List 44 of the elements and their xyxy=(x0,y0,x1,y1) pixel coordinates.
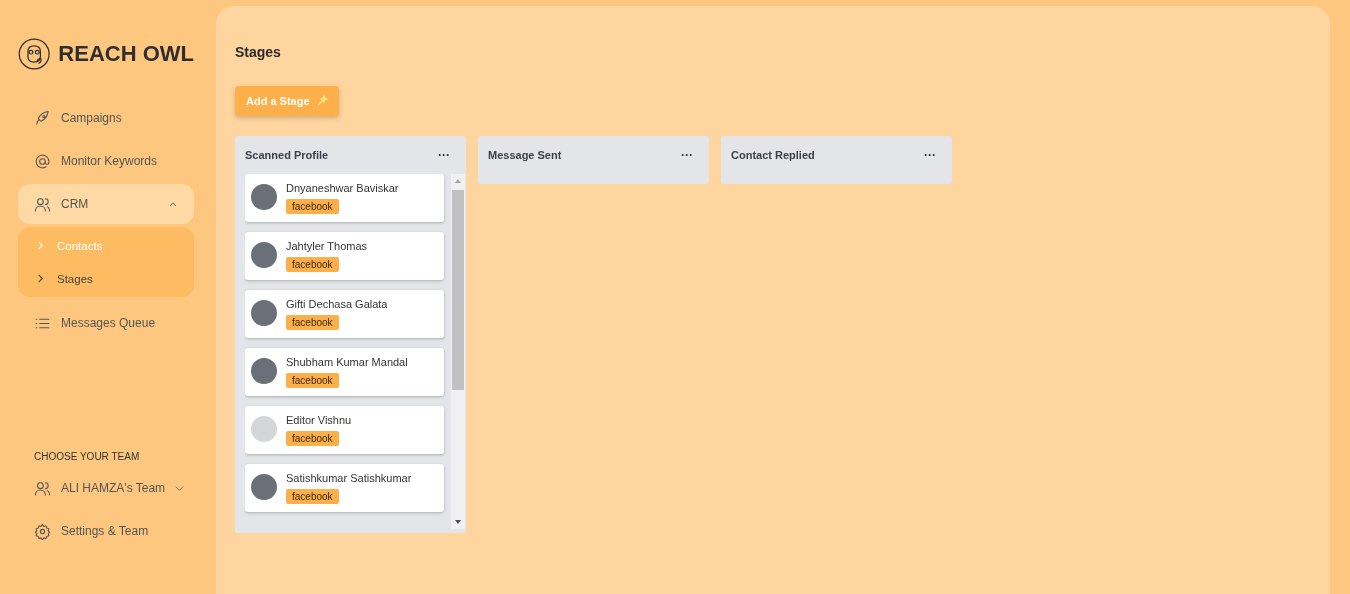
contact-card[interactable]: Editor Vishnu facebook xyxy=(245,406,444,454)
nav-group[interactable]: CRM xyxy=(18,184,194,224)
contact-name: Shubham Kumar Mandal xyxy=(286,356,408,368)
stage-title: Scanned Profile xyxy=(245,149,329,161)
chevron-icon xyxy=(36,274,45,283)
at-sign-icon xyxy=(34,152,51,170)
scrollbar[interactable] xyxy=(451,174,465,529)
more-button[interactable]: ··· xyxy=(681,148,693,162)
nav-item[interactable]: Monitor Keywords xyxy=(18,141,194,181)
contact-card[interactable]: Jahtyler Thomas facebook xyxy=(245,232,444,280)
contact-name: Satishkumar Satishkumar xyxy=(286,472,412,484)
more-button[interactable]: ··· xyxy=(438,148,450,162)
nav-item[interactable]: Campaigns xyxy=(18,98,194,138)
team-selector[interactable]: ALI HAMZA's Team xyxy=(18,468,201,508)
source-tag: facebook xyxy=(286,373,339,388)
contact-name: Jahtyler Thomas xyxy=(286,240,368,252)
stage-title: Contact Replied xyxy=(731,149,815,161)
chevron-icon xyxy=(175,483,185,493)
contact-card[interactable]: Shubham Kumar Mandal facebook xyxy=(245,348,444,396)
source-tag: facebook xyxy=(286,489,339,504)
contact-name: Dnyaneshwar Baviskar xyxy=(286,182,399,194)
source-tag: facebook xyxy=(286,315,339,330)
scroll-up-icon[interactable] xyxy=(454,177,462,185)
source-tag: facebook xyxy=(286,199,339,214)
team-heading: CHOOSE YOUR TEAM xyxy=(33,451,141,462)
contact-name: Gifti Dechasa Galata xyxy=(286,298,388,310)
stage-title: Message Sent xyxy=(488,149,562,161)
chevron-icon xyxy=(36,241,45,250)
settings-icon xyxy=(34,522,51,540)
users-icon xyxy=(34,479,51,497)
nav-item[interactable]: Settings & Team xyxy=(18,511,165,551)
brand-name: REACH OWL xyxy=(58,41,194,67)
submenu-item[interactable]: Stages xyxy=(18,262,194,295)
contact-card[interactable]: Dnyaneshwar Baviskar facebook xyxy=(245,174,444,222)
users-icon xyxy=(34,195,51,213)
more-button[interactable]: ··· xyxy=(924,148,936,162)
page-title: Stages xyxy=(235,44,282,60)
contact-name: Editor Vishnu xyxy=(286,414,352,426)
nav-item[interactable]: Messages Queue xyxy=(18,303,194,343)
contact-card[interactable]: Gifti Dechasa Galata facebook xyxy=(245,290,444,338)
contact-card[interactable]: Satishkumar Satishkumar facebook xyxy=(245,464,444,512)
source-tag: facebook xyxy=(286,257,339,272)
scroll-down-icon[interactable] xyxy=(454,518,462,526)
source-tag: facebook xyxy=(286,431,339,446)
